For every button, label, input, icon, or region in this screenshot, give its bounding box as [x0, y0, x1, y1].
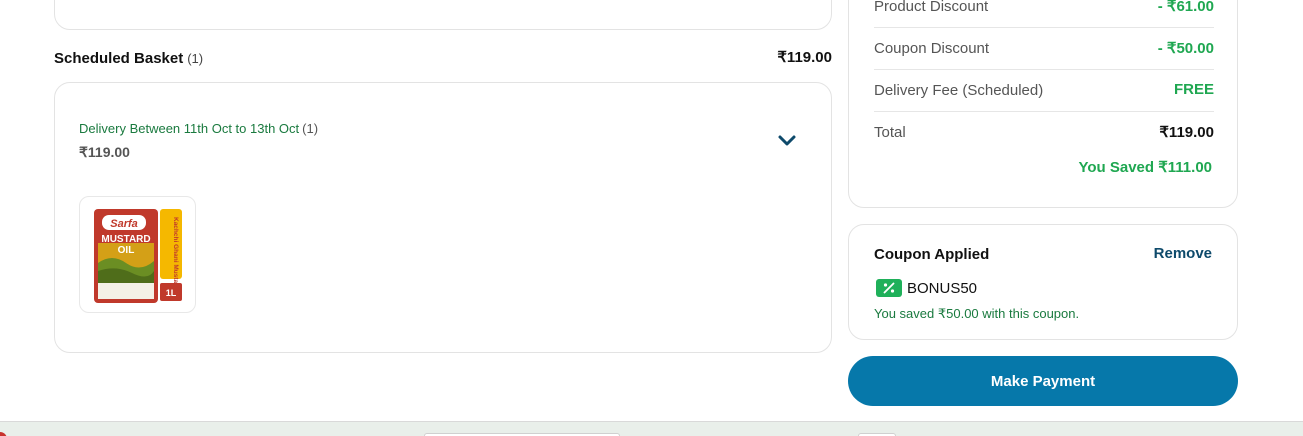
- make-payment-button[interactable]: Make Payment: [848, 356, 1238, 406]
- product-discount-label: Product Discount: [874, 0, 989, 15]
- price-summary-card: Product Discount - ₹61.00 Coupon Discoun…: [848, 0, 1238, 208]
- delivery-window-label: Delivery Between 11th Oct to 13th Oct (1): [79, 121, 318, 136]
- delivery-fee-label: Delivery Fee (Scheduled): [874, 82, 1044, 99]
- mustard-oil-pack-image: Sarfa MUSTARD OIL Kachchi Ghani Mustard …: [94, 209, 182, 303]
- basket-total: ₹119.00: [777, 49, 832, 66]
- percent-icon: [876, 279, 902, 297]
- basket-header: Scheduled Basket (1) ₹119.00: [54, 48, 832, 70]
- delivery-window-text: Delivery Between 11th Oct to 13th Oct: [79, 121, 300, 136]
- delivery-fee-value: FREE: [1173, 81, 1214, 98]
- total-value: ₹119.00: [1159, 124, 1214, 141]
- basket-count: (1): [187, 51, 204, 66]
- coupon-code-row: BONUS50: [876, 278, 977, 298]
- chevron-down-icon[interactable]: [777, 133, 797, 149]
- delivery-price: ₹119.00: [79, 144, 130, 160]
- checkout-page: Scheduled Basket (1) ₹119.00 Delivery Bet…: [0, 0, 1303, 436]
- basket-title-text: Scheduled Basket: [54, 50, 184, 67]
- delivery-fee-row: Delivery Fee (Scheduled) FREE: [874, 70, 1214, 112]
- basket-title: Scheduled Basket (1): [54, 50, 203, 67]
- delivery-card: Delivery Between 11th Oct to 13th Oct (1)…: [54, 82, 832, 353]
- coupon-discount-row: Coupon Discount - ₹50.00: [874, 28, 1214, 70]
- coupon-card: Coupon Applied Remove BONUS50 You saved …: [848, 224, 1238, 340]
- product-name-line2: OIL: [118, 245, 135, 256]
- notification-dot-icon: [0, 432, 7, 436]
- coupon-code: BONUS50: [907, 279, 978, 297]
- coupon-discount-value: - ₹50.00: [1157, 40, 1214, 57]
- product-discount-value: - ₹61.00: [1157, 0, 1214, 15]
- coupon-title: Coupon Applied: [874, 246, 990, 263]
- coupon-discount-label: Coupon Discount: [874, 40, 990, 57]
- remove-coupon-button[interactable]: Remove: [1154, 245, 1212, 262]
- product-thumbnail[interactable]: Sarfa MUSTARD OIL Kachchi Ghani Mustard …: [79, 196, 196, 313]
- product-discount-row: Product Discount - ₹61.00: [874, 0, 1214, 28]
- total-label: Total: [874, 124, 906, 141]
- product-brand-text: Sarfa: [110, 218, 138, 230]
- total-saved-text: You Saved ₹111.00: [1078, 159, 1212, 176]
- total-row: Total ₹119.00: [874, 112, 1214, 154]
- coupon-saved-message: You saved ₹50.00 with this coupon.: [874, 306, 1080, 321]
- bottom-status-bar: [0, 421, 1303, 436]
- previous-basket-card: [54, 0, 832, 30]
- product-size-text: 1L: [166, 288, 177, 298]
- delivery-item-count: (1): [302, 121, 319, 136]
- product-name-line1: MUSTARD: [101, 234, 150, 245]
